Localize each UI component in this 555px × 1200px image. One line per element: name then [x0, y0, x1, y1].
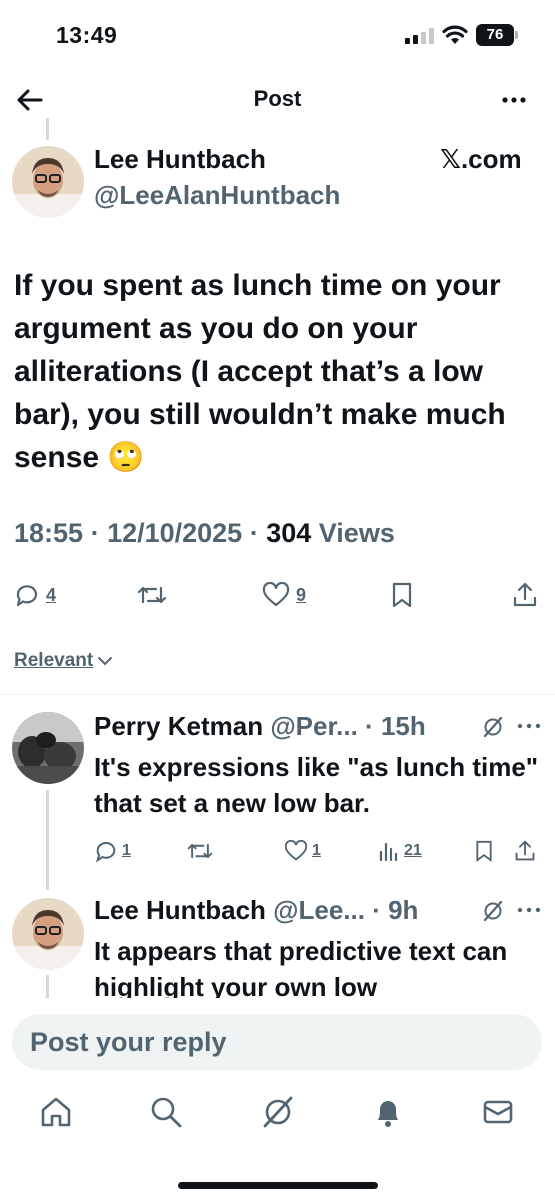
- post-actions: 4 9: [0, 578, 555, 612]
- sort-label: Relevant: [14, 650, 94, 671]
- battery-icon: 76: [476, 24, 518, 46]
- status-time: 13:49: [56, 22, 118, 48]
- reply-text: It's expressions like "as lunch time" th…: [94, 752, 539, 818]
- more-icon[interactable]: [516, 904, 542, 916]
- bookmark-icon: [476, 840, 492, 862]
- post-time: 18:55: [14, 518, 84, 548]
- author-avatar[interactable]: [12, 146, 84, 218]
- like-icon: [284, 840, 308, 861]
- more-icon[interactable]: [498, 84, 530, 116]
- reply-author-handle[interactable]: @Per...: [270, 711, 358, 741]
- reply-count: 4: [46, 584, 57, 605]
- reply-icon: [16, 585, 38, 607]
- cell-signal-icon: [405, 28, 434, 44]
- sort-replies-button[interactable]: Relevant: [14, 650, 113, 672]
- like-button[interactable]: 1: [284, 836, 321, 866]
- home-indicator: [178, 1182, 378, 1189]
- views-count: 21: [404, 842, 422, 859]
- repost-button[interactable]: [136, 578, 168, 612]
- views-button[interactable]: 21: [378, 836, 422, 866]
- battery-level: 76: [476, 24, 514, 46]
- bookmark-button[interactable]: [390, 578, 414, 612]
- author-name[interactable]: Lee Huntbach: [94, 144, 266, 175]
- page-title: Post: [253, 86, 302, 111]
- bookmark-button[interactable]: [474, 836, 494, 866]
- grok-icon[interactable]: [481, 715, 505, 739]
- thread-connector: [46, 790, 49, 890]
- post-date: 12/10/2025: [107, 518, 243, 548]
- repost-icon: [187, 843, 213, 859]
- home-icon[interactable]: [38, 1094, 74, 1130]
- reply-header: Perry Ketman @Per... · 15h: [94, 711, 426, 741]
- reply-age: 15h: [380, 711, 426, 741]
- bookmark-icon: [392, 582, 412, 608]
- bottom-bar: Post your reply: [0, 998, 555, 1200]
- post-text: If you spent as lunch time on your argum…: [14, 269, 506, 474]
- reply-avatar[interactable]: [12, 712, 84, 784]
- reply-age: 9h: [388, 895, 419, 925]
- reply-count: 1: [122, 842, 131, 859]
- reply-header: Lee Huntbach @Lee... · 9h: [94, 895, 419, 925]
- tab-bar: [0, 1094, 555, 1144]
- divider: [0, 694, 555, 695]
- reply-button[interactable]: 4: [14, 578, 56, 612]
- reply-author-handle[interactable]: @Lee...: [273, 895, 365, 925]
- views-label: Views: [318, 518, 395, 548]
- views-icon: [379, 842, 398, 862]
- like-count: 1: [312, 842, 321, 859]
- mail-icon[interactable]: [480, 1094, 516, 1130]
- post-meta: 18:55 · 12/10/2025 · 304 Views: [14, 518, 395, 548]
- repost-icon: [137, 586, 167, 604]
- top-nav: Post: [0, 72, 555, 128]
- reply-author-name[interactable]: Perry Ketman: [94, 711, 263, 741]
- reply-author-name[interactable]: Lee Huntbach: [94, 895, 266, 925]
- reply-input[interactable]: Post your reply: [12, 1014, 542, 1070]
- grok-icon[interactable]: [481, 899, 505, 923]
- status-bar: 13:49 76: [0, 0, 555, 70]
- grok-icon[interactable]: [260, 1094, 296, 1130]
- chevron-down-icon: [98, 657, 113, 666]
- repost-button[interactable]: [186, 836, 214, 866]
- reply-avatar[interactable]: [12, 898, 84, 970]
- source-label: 𝕏.com: [440, 144, 522, 174]
- search-icon[interactable]: [148, 1094, 184, 1130]
- bell-icon[interactable]: [370, 1094, 406, 1130]
- more-icon[interactable]: [516, 720, 542, 732]
- like-button[interactable]: 9: [262, 578, 306, 612]
- reply-button[interactable]: 1: [94, 836, 131, 866]
- like-icon: [262, 582, 290, 607]
- share-icon: [513, 582, 537, 607]
- share-button[interactable]: [514, 836, 536, 866]
- author-handle[interactable]: @LeeAlanHuntbach: [94, 180, 340, 211]
- reply-text: It appears that predictive text can high…: [94, 936, 508, 1002]
- views-count: 304: [266, 518, 312, 548]
- share-icon: [515, 840, 535, 861]
- like-count: 9: [296, 584, 307, 605]
- reply-actions: 1 1 21: [0, 836, 555, 866]
- thread-connector: [46, 118, 49, 140]
- share-button[interactable]: [512, 578, 538, 612]
- reply-icon: [95, 842, 116, 863]
- wifi-icon: [442, 25, 468, 44]
